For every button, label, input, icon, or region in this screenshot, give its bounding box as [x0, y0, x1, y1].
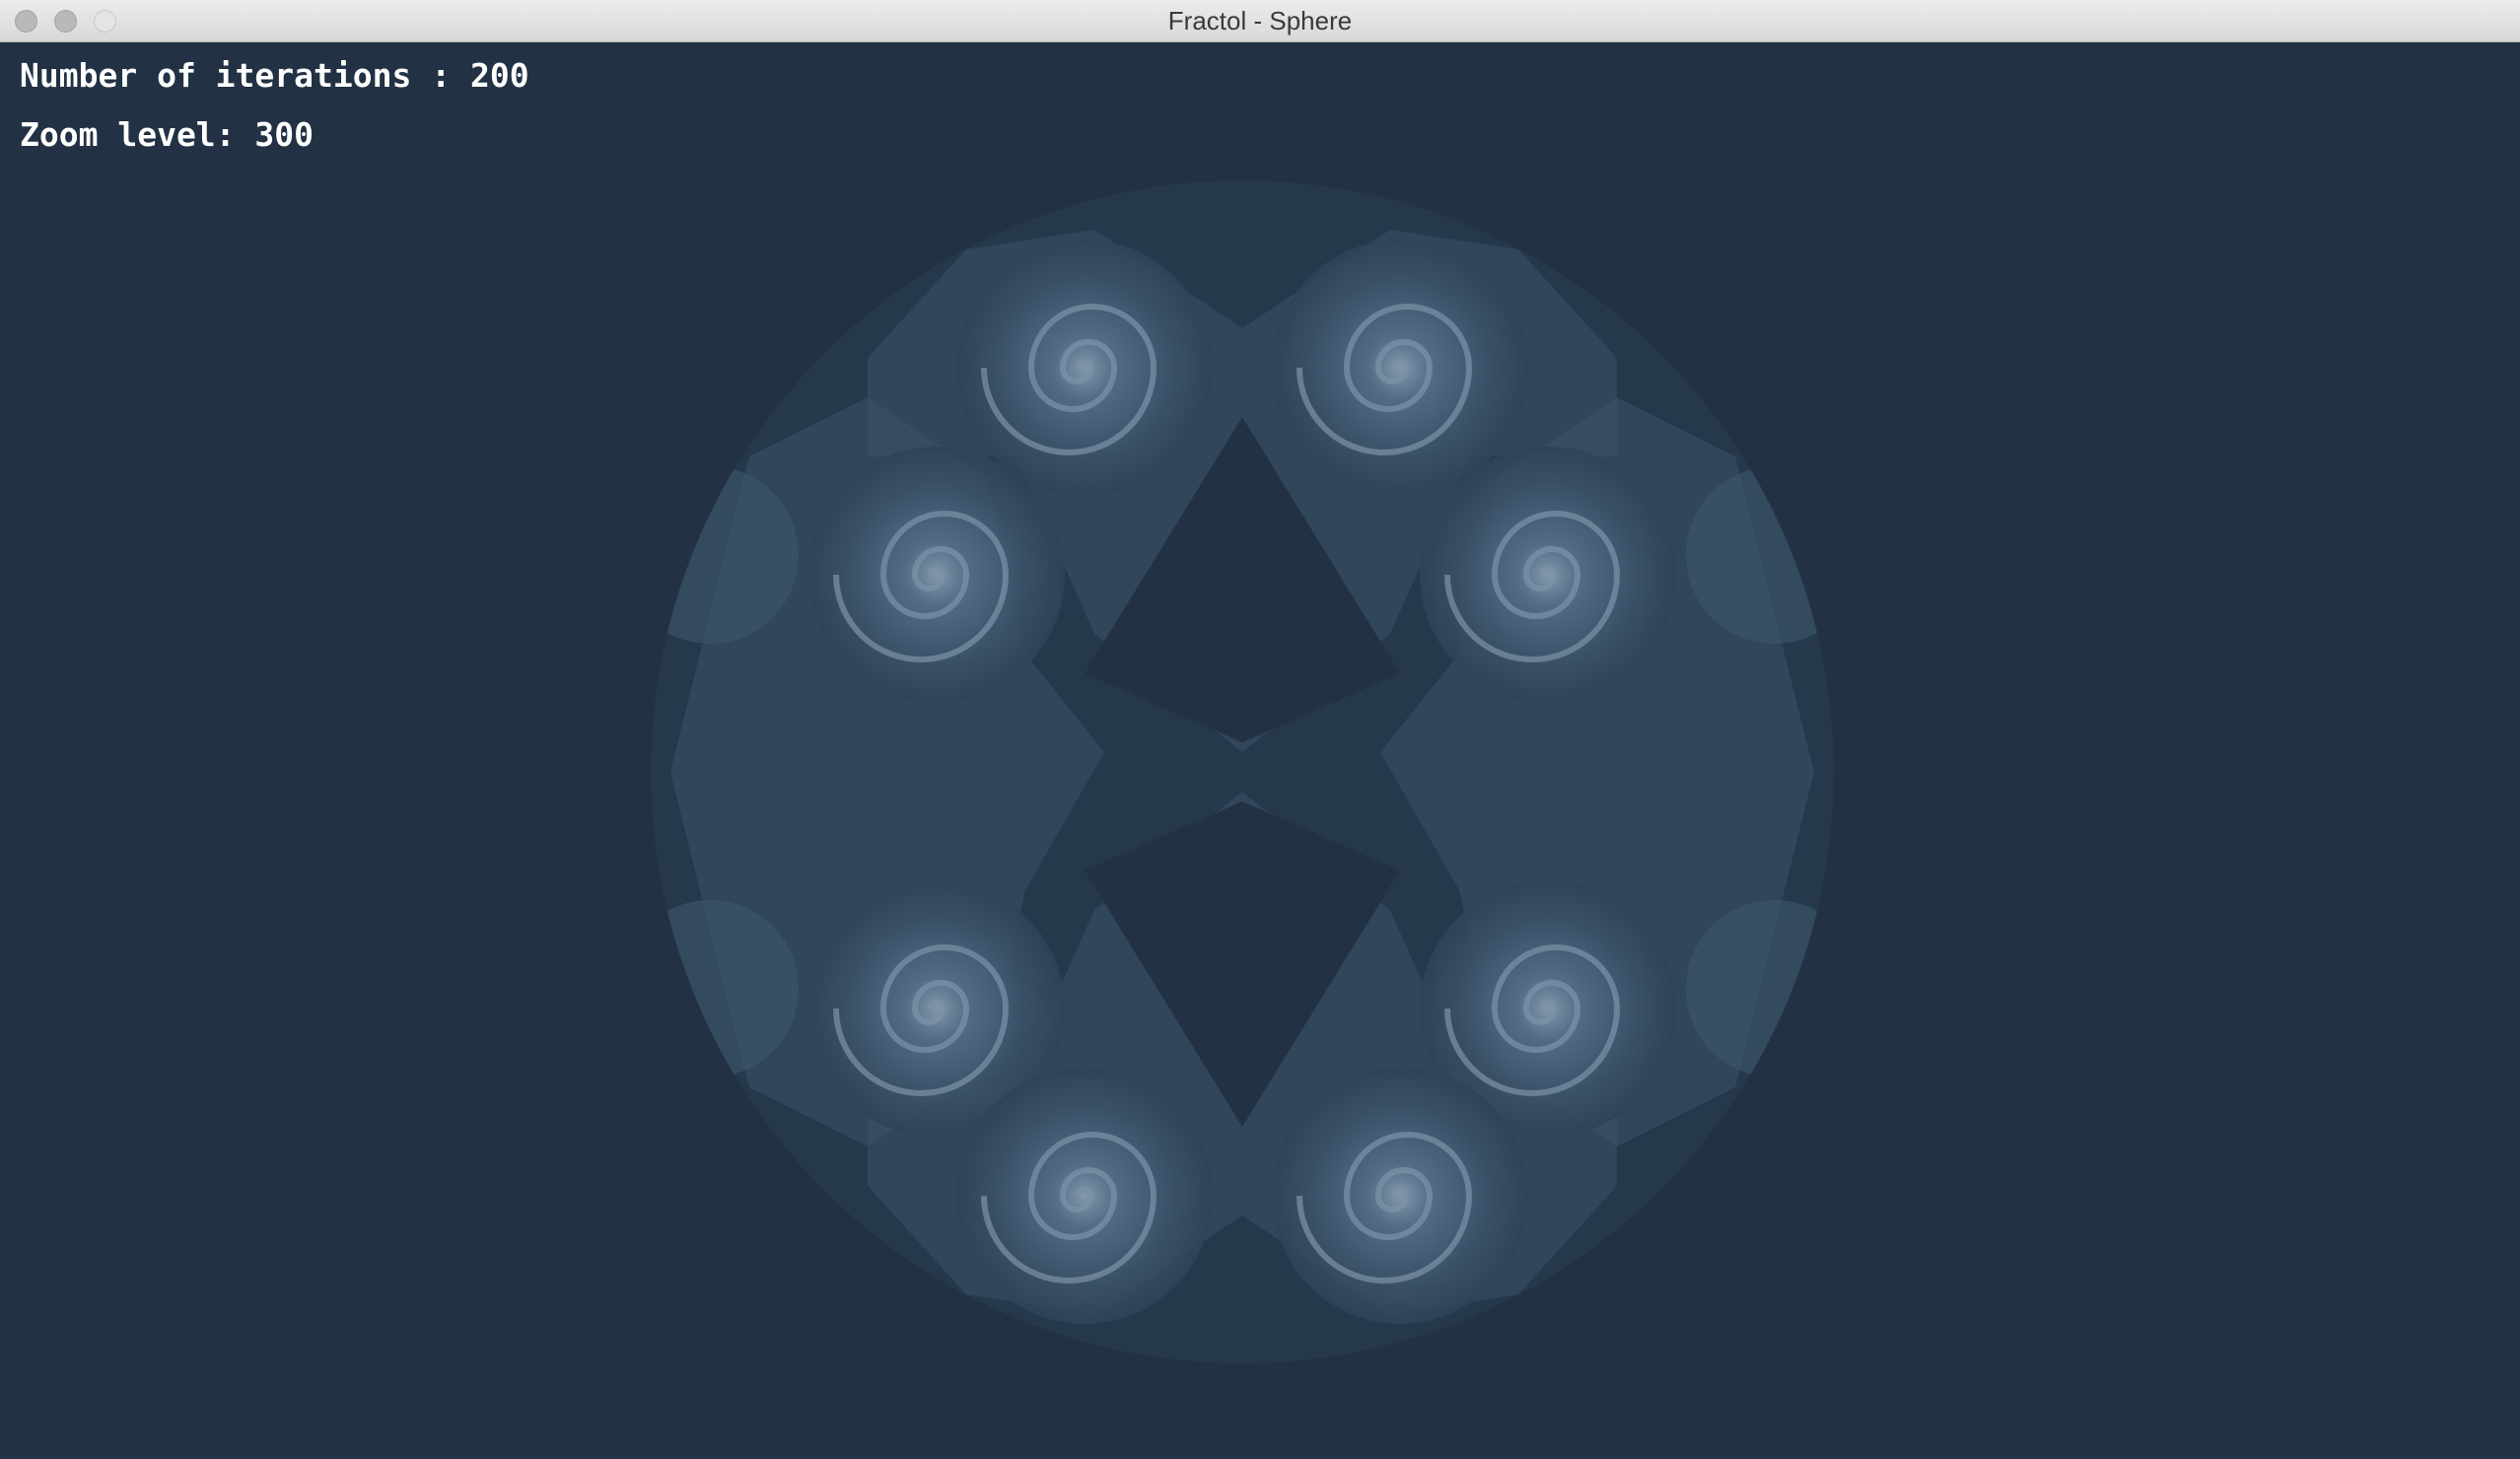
- window-title: Fractol - Sphere: [1167, 6, 1353, 35]
- fractal-image: [651, 180, 1834, 1363]
- iterations-label: Number of iterations : 200: [20, 56, 529, 95]
- render-canvas[interactable]: Number of iterations : 200 Zoom level: 3…: [0, 42, 2520, 1459]
- zoom-level-label: Zoom level: 300: [20, 115, 315, 154]
- title-bar[interactable]: Fractol - Sphere: [0, 0, 2520, 42]
- app-window: Fractol - Sphere Number of iterations : …: [0, 0, 2520, 1459]
